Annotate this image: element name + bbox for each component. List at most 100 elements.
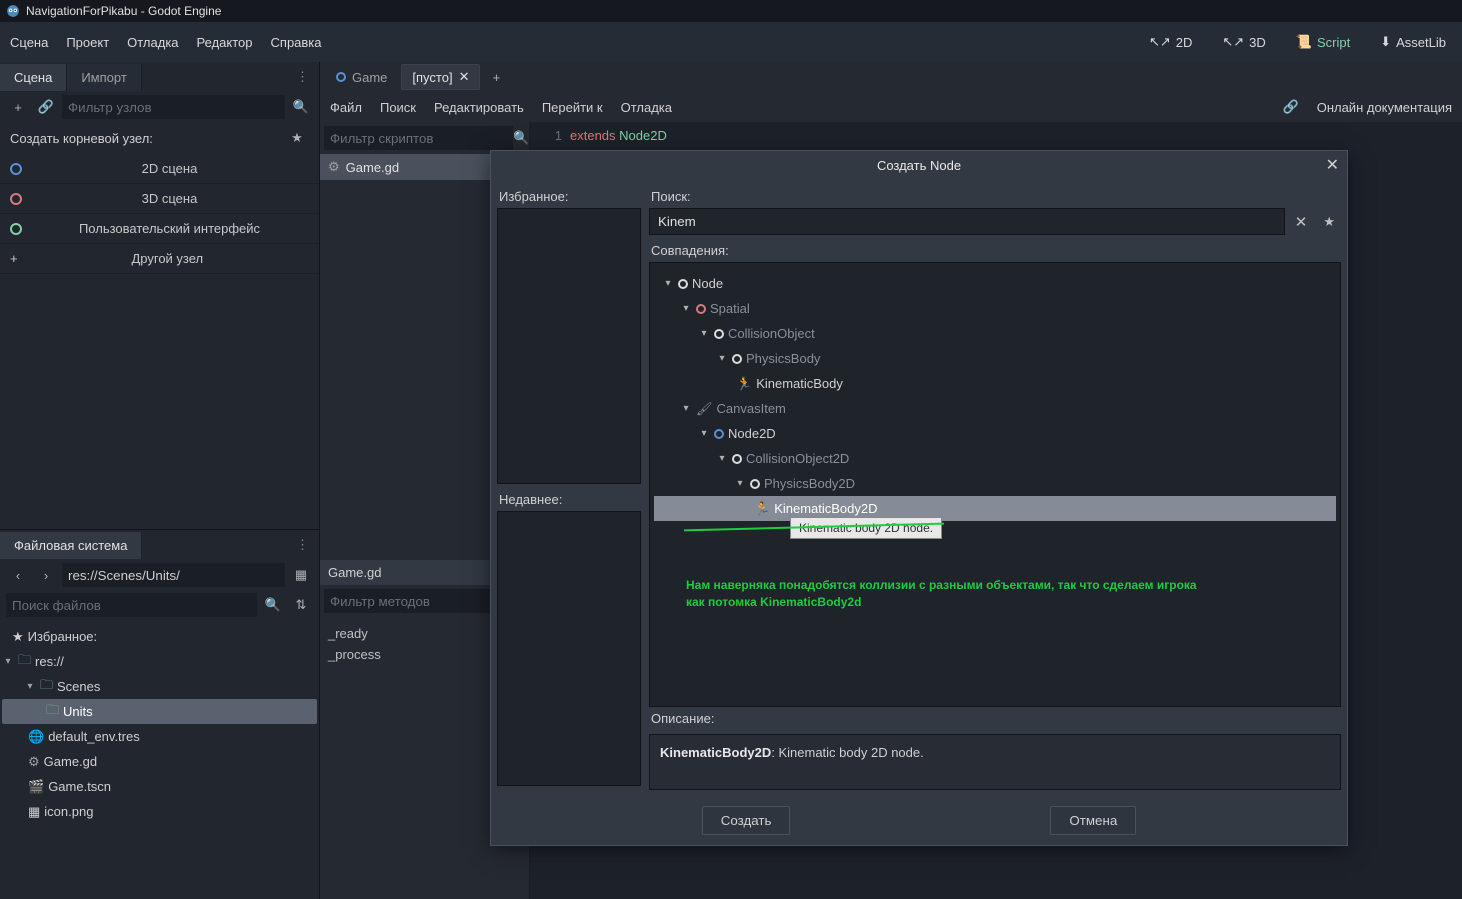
chevron-down-icon[interactable]: ▾ [680,303,692,314]
env-icon: 🌐 [28,729,44,745]
tree-physicsbody[interactable]: ▾ PhysicsBody [654,346,1336,371]
chevron-down-icon[interactable]: ▾ [716,353,728,364]
node-icon [732,354,742,364]
create-button[interactable]: Создать [702,806,791,835]
dock-options-icon[interactable]: ⋮ [286,69,319,85]
tab-scene[interactable]: Сцена [0,64,67,91]
scenes-folder-row[interactable]: ▾ 🗀 Scenes [2,674,317,699]
add-tab-icon[interactable]: + [484,65,508,89]
online-docs-link[interactable]: Онлайн документация [1317,100,1452,115]
download-icon: ⬇ [1380,34,1391,50]
spatial-icon [696,304,706,314]
star-icon: ★ [12,629,24,645]
chevron-down-icon[interactable]: ▾ [24,681,36,692]
mode-assetlib-button[interactable]: ⬇ AssetLib [1374,30,1452,54]
mode-3d-button[interactable]: ↖↗ 3D [1216,30,1271,54]
cancel-button[interactable]: Отмена [1050,806,1136,835]
sort-icon[interactable]: ⇅ [289,593,313,617]
link-icon[interactable]: 🔗 [34,95,58,119]
chevron-down-icon[interactable]: ▾ [698,428,710,439]
description-label: Описание: [649,707,1341,730]
back-icon[interactable]: ‹ [6,563,30,587]
tree-node2d[interactable]: ▾ Node2D [654,421,1336,446]
chevron-down-icon[interactable]: ▾ [734,478,746,489]
menu-file[interactable]: Файл [330,100,362,115]
menu-search[interactable]: Поиск [380,100,416,115]
ui-option[interactable]: Пользовательский интерфейс [0,214,319,244]
tree-canvasitem[interactable]: ▾ 🖌 CanvasItem [654,396,1336,421]
godot-icon [6,4,20,18]
matches-label: Совпадения: [649,239,1341,262]
chevron-down-icon[interactable]: ▾ [716,453,728,464]
close-icon[interactable]: ✕ [459,69,470,85]
chevron-down-icon[interactable]: ▾ [698,328,710,339]
search-icon[interactable]: 🔍 [289,95,313,119]
menu-debug[interactable]: Отладка [127,35,178,50]
tree-collisionobject[interactable]: ▾ CollisionObject [654,321,1336,346]
path-input[interactable] [62,563,285,587]
tree-physicsbody2d[interactable]: ▾ PhysicsBody2D [654,471,1336,496]
other-node-option[interactable]: + Другой узел [0,244,319,274]
script-editor-menubar: Файл Поиск Редактировать Перейти к Отлад… [320,92,1462,122]
open-scene-tabs: Game [пусто] ✕ + [320,62,1462,92]
game-gd-row[interactable]: ⚙ Game.gd [2,749,317,774]
game-tscn-row[interactable]: 🎬 Game.tscn [2,774,317,799]
dock-options-icon[interactable]: ⋮ [286,537,319,553]
clear-icon[interactable]: ✕ [1289,213,1314,231]
search-label: Поиск: [649,185,1341,208]
scene3d-option[interactable]: 3D сцена [0,184,319,214]
link-icon: 🔗 [1283,99,1299,115]
search-input[interactable] [649,208,1285,235]
res-root-row[interactable]: ▾ 🗀 res:// [2,649,317,674]
scene-tab-empty[interactable]: [пусто] ✕ [401,64,480,90]
menu-edit[interactable]: Редактировать [434,100,524,115]
search-icon[interactable]: 🔍 [261,593,285,617]
star-icon[interactable]: ★ [1317,214,1341,230]
chevron-down-icon[interactable]: ▾ [2,656,14,667]
search-icon[interactable]: 🔍 [513,126,529,150]
node2d-icon [10,163,22,175]
tree-spatial[interactable]: ▾ Spatial [654,296,1336,321]
star-icon[interactable]: ★ [285,126,309,150]
chevron-down-icon[interactable]: ▾ [662,278,674,289]
menu-project[interactable]: Проект [66,35,109,50]
tab-filesystem[interactable]: Файловая система [0,532,142,559]
folder-icon: 🗀 [46,701,59,723]
favorites-row[interactable]: ★ Избранное: [2,624,317,649]
recent-box[interactable] [497,511,641,787]
add-node-icon[interactable]: + [6,95,30,119]
scene2d-option[interactable]: 2D сцена [0,154,319,184]
menu-help[interactable]: Справка [271,35,322,50]
root-node-options: 2D сцена 3D сцена Пользовательский интер… [0,154,319,274]
menu-scene[interactable]: Сцена [10,35,48,50]
canvas-icon: 🖌 [696,401,713,417]
layout-icon[interactable]: ▦ [289,563,313,587]
search-files-input[interactable] [6,593,257,617]
chevron-down-icon[interactable]: ▾ [680,403,692,414]
recent-label: Недавнее: [497,488,641,511]
menu-editor[interactable]: Редактор [197,35,253,50]
favorites-box[interactable] [497,208,641,484]
filter-scripts-input[interactable] [324,126,513,150]
mode-script-button[interactable]: 📜 Script [1290,30,1356,54]
filter-methods-input[interactable] [324,589,513,613]
scene-tab-game[interactable]: Game [326,66,397,89]
forward-icon[interactable]: › [34,563,58,587]
filter-nodes-input[interactable] [62,95,285,119]
tree-collisionobject2d[interactable]: ▾ CollisionObject2D [654,446,1336,471]
units-folder-row[interactable]: 🗀 Units [2,699,317,724]
default-env-row[interactable]: 🌐 default_env.tres [2,724,317,749]
tree-kinematicbody[interactable]: 🏃 KinematicBody [654,371,1336,396]
node-icon [678,279,688,289]
tab-import[interactable]: Импорт [67,64,141,91]
close-icon[interactable]: ✕ [1326,155,1339,175]
mode-2d-button[interactable]: ↖↗ 2D [1143,30,1198,54]
icon-png-row[interactable]: ▦ icon.png [2,799,317,824]
menu-debug[interactable]: Отладка [621,100,672,115]
menu-goto[interactable]: Перейти к [542,100,603,115]
tree-kinematicbody2d[interactable]: 🏃 KinematicBody2D [654,496,1336,521]
tree-node[interactable]: ▾ Node [654,271,1336,296]
title-text: NavigationForPikabu - Godot Engine [26,4,221,18]
node-tree[interactable]: ▾ Node ▾ Spatial ▾ CollisionObject [649,262,1341,707]
scene-icon: 🎬 [28,779,44,795]
